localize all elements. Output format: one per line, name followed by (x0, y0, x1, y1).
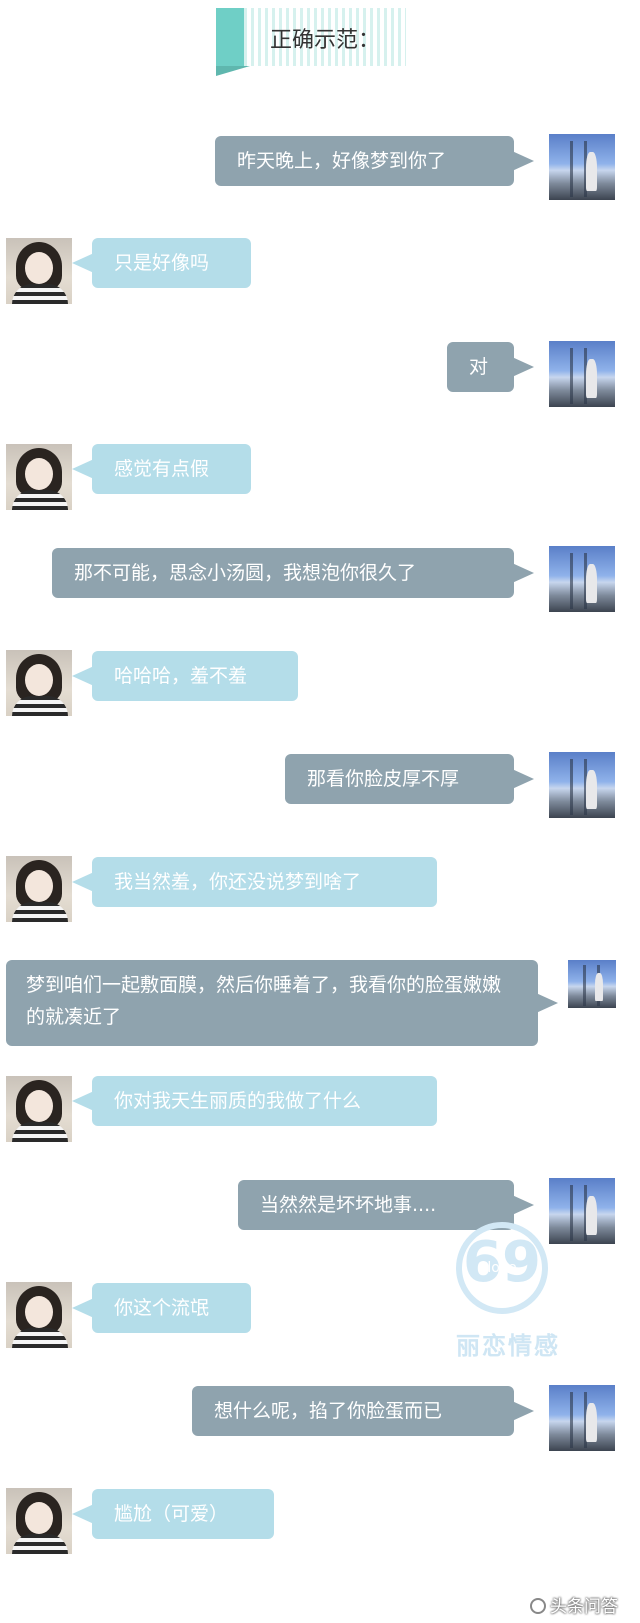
watermark-logo: 69 love 丽恋情感 (438, 1222, 578, 1362)
message-bubble-me: 对 (447, 342, 534, 392)
header-banner: 正确示范： (216, 8, 406, 76)
avatar-boy (549, 546, 615, 612)
avatar-boy (549, 134, 615, 200)
avatar-boy (549, 1385, 615, 1451)
message-bubble-me: 梦到咱们一起敷面膜，然后你睡着了，我看你的脸蛋嫩嫩的就凑近了 (6, 960, 558, 1046)
avatar-boy (549, 752, 615, 818)
page-title: 正确示范： (270, 28, 381, 53)
message-bubble-her: 哈哈哈，羞不羞 (72, 651, 298, 701)
message-bubble-her: 感觉有点假 (72, 444, 251, 494)
avatar-boy (568, 960, 616, 1008)
message-bubble-me: 那不可能，思念小汤圆，我想泡你很久了 (52, 548, 534, 598)
message-bubble-her: 尴尬（可爱） (72, 1489, 274, 1539)
avatar-girl (6, 1282, 72, 1348)
message-bubble-her: 你对我天生丽质的我做了什么 (72, 1076, 437, 1126)
watermark-brand: 丽恋情感 (456, 1332, 560, 1360)
message-bubble-her: 我当然羞，你还没说梦到啥了 (72, 857, 437, 907)
message-bubble-her: 你这个流氓 (72, 1283, 251, 1333)
message-bubble-me: 昨天晚上，好像梦到你了 (215, 136, 534, 186)
avatar-boy (549, 341, 615, 407)
toutiao-logo-icon (530, 1598, 546, 1614)
source-text: 头条问答 (550, 1597, 618, 1617)
avatar-girl (6, 1488, 72, 1554)
message-bubble-me: 想什么呢，掐了你脸蛋而已 (192, 1386, 534, 1436)
message-bubble-her: 只是好像吗 (72, 238, 251, 288)
avatar-girl (6, 650, 72, 716)
header-tag (216, 8, 244, 66)
message-bubble-me: 那看你脸皮厚不厚 (285, 754, 534, 804)
watermark-love-text: love (487, 1260, 517, 1276)
avatar-girl (6, 856, 72, 922)
chat-screenshot: 正确示范： 昨天晚上，好像梦到你了 只是好像吗 对 感觉有点假 那不可能，思念小… (0, 0, 640, 1623)
source-watermark: 头条问答 (530, 1592, 618, 1617)
avatar-girl (6, 444, 72, 510)
avatar-girl (6, 1076, 72, 1142)
header-tag-fold (216, 66, 250, 76)
avatar-girl (6, 238, 72, 304)
